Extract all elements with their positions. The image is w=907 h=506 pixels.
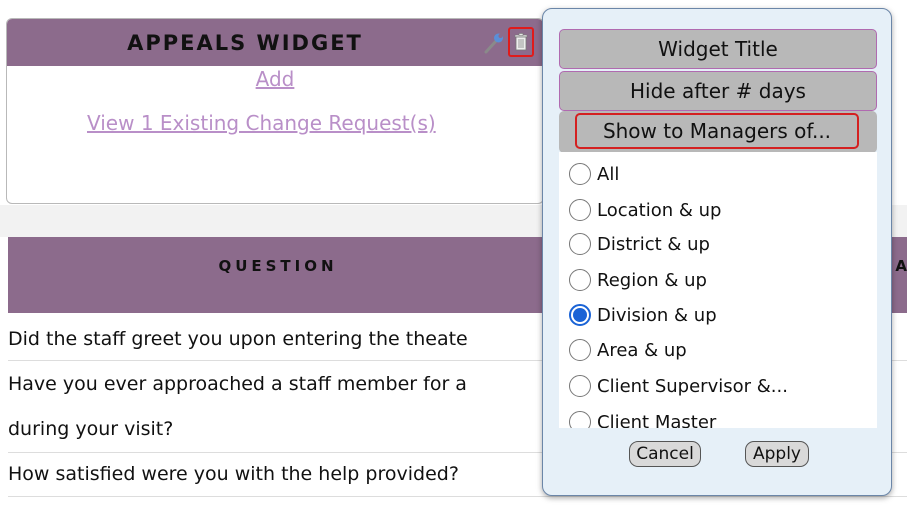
option-all[interactable]: All — [569, 160, 619, 188]
radio-area[interactable] — [569, 339, 591, 361]
option-region[interactable]: Region & up — [569, 266, 707, 294]
add-link[interactable]: Add — [7, 67, 543, 91]
apply-button[interactable]: Apply — [745, 441, 809, 467]
radio-client-supervisor[interactable] — [569, 375, 591, 397]
option-district[interactable]: District & up — [569, 230, 710, 258]
radio-location[interactable] — [569, 199, 591, 221]
appeals-widget: APPEALS WIDGET Add View 1 Existing Chang… — [6, 18, 544, 204]
option-label: Division & up — [597, 304, 717, 326]
trash-button[interactable] — [508, 27, 534, 57]
option-label: Client Supervisor &... — [597, 375, 788, 397]
option-label: District & up — [597, 233, 710, 255]
radio-client-master[interactable] — [569, 411, 591, 428]
cancel-button[interactable]: Cancel — [629, 441, 701, 467]
show-to-managers-button[interactable]: Show to Managers of... — [575, 113, 859, 149]
radio-region[interactable] — [569, 269, 591, 291]
question-column-header: QUESTION — [218, 257, 338, 275]
trash-icon — [514, 33, 528, 51]
option-location[interactable]: Location & up — [569, 196, 721, 224]
answer-column-header: A — [895, 257, 907, 275]
hide-after-days-button[interactable]: Hide after # days — [559, 71, 877, 111]
option-label: Location & up — [597, 199, 722, 221]
option-label: Client Master — [597, 411, 717, 429]
option-label: Region & up — [597, 269, 707, 291]
option-client-master[interactable]: Client Master — [569, 408, 716, 428]
widget-header: APPEALS WIDGET — [7, 19, 543, 66]
option-division[interactable]: Division & up — [569, 301, 717, 329]
option-client-supervisor[interactable]: Client Supervisor &... — [569, 372, 788, 400]
radio-district[interactable] — [569, 233, 591, 255]
widget-settings-popup: Widget Title Hide after # days Show to M… — [542, 8, 892, 496]
radio-division-selected[interactable] — [569, 304, 591, 326]
option-area[interactable]: Area & up — [569, 336, 687, 364]
widget-title: APPEALS WIDGET — [127, 31, 363, 55]
view-change-requests-link[interactable]: View 1 Existing Change Request(s) — [87, 111, 436, 135]
option-label: All — [597, 163, 620, 185]
widget-title-button[interactable]: Widget Title — [559, 29, 877, 69]
row-divider — [8, 496, 907, 497]
manager-level-options: All Location & up District & up Region &… — [559, 152, 877, 428]
option-label: Area & up — [597, 339, 687, 361]
wrench-icon[interactable] — [483, 31, 505, 55]
radio-all[interactable] — [569, 163, 591, 185]
